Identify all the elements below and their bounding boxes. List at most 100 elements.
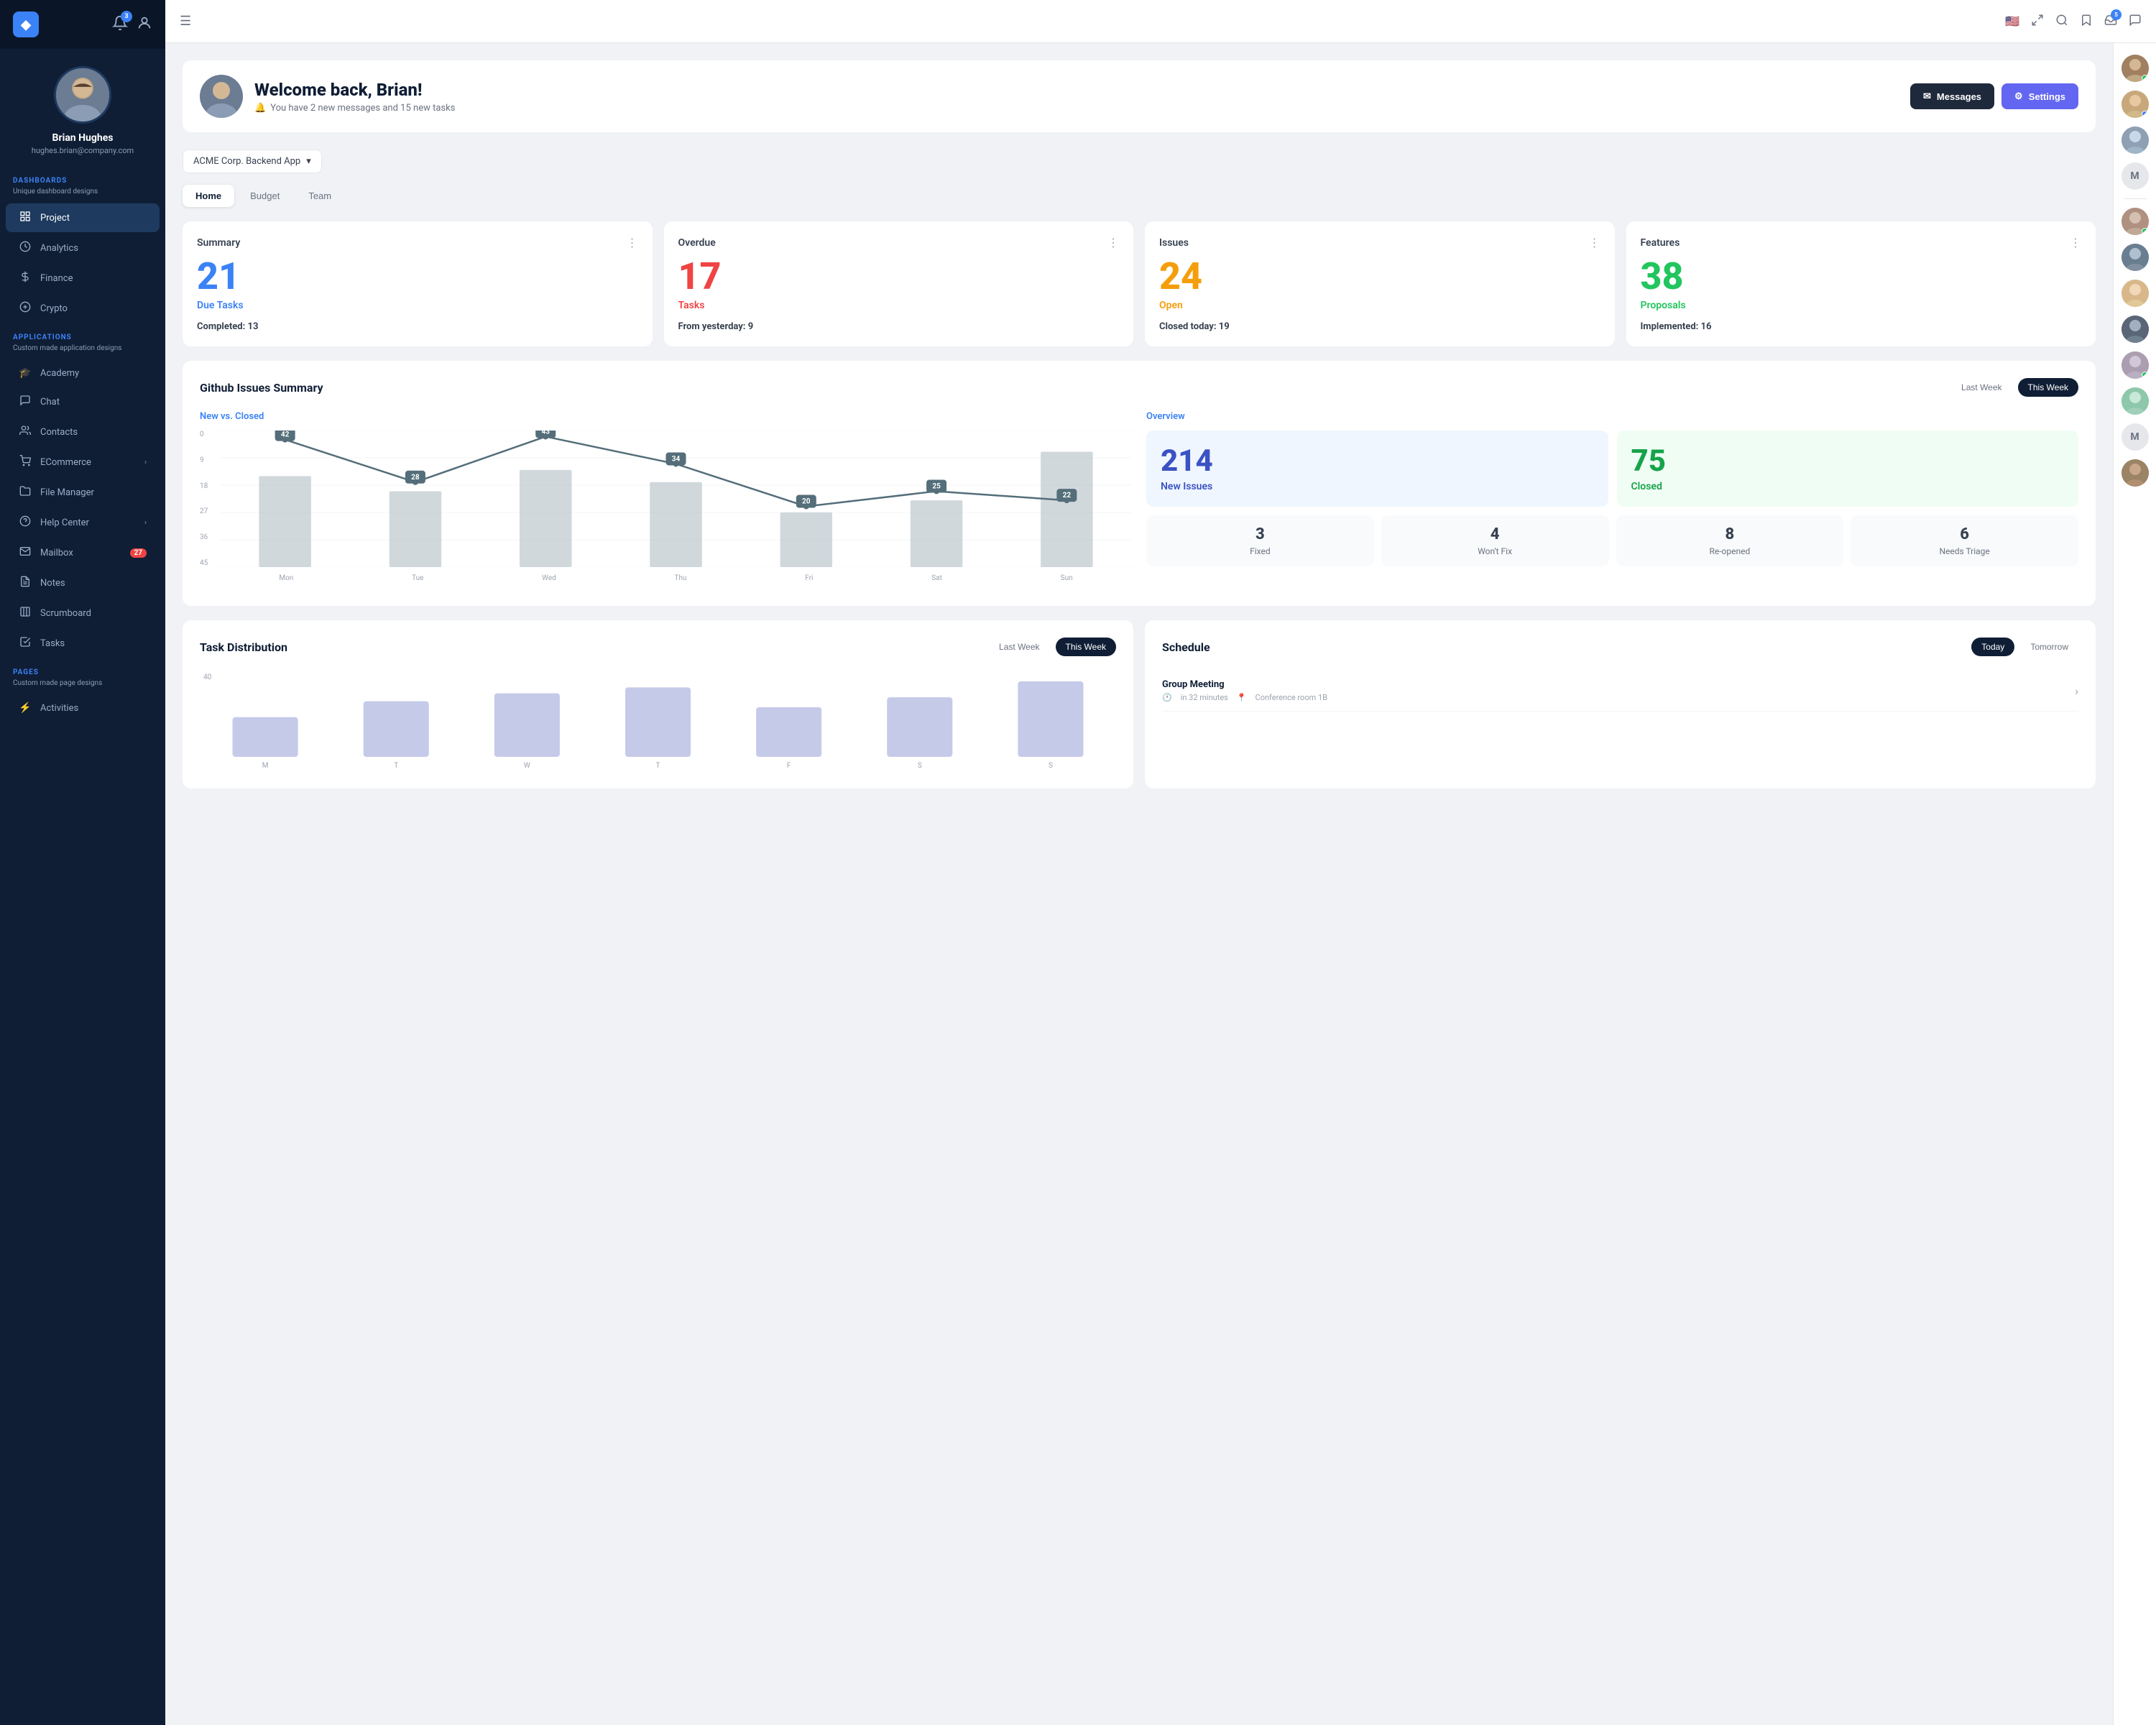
right-avatar-9[interactable] [2122, 387, 2149, 415]
online-dot-8 [2142, 372, 2148, 378]
card-features-title: Features [1641, 237, 1680, 249]
chart-container: 45 36 27 18 9 0 42284334202522 Mon Tue [200, 431, 1132, 589]
welcome-subtitle: 🔔 You have 2 new messages and 15 new tas… [254, 103, 1910, 114]
sidebar-item-project[interactable]: Project [6, 203, 160, 232]
tab-team[interactable]: Team [295, 185, 344, 207]
sidebar-item-activities[interactable]: ⚡ Activities [6, 695, 160, 721]
user-email: hughes.brian@company.com [32, 146, 134, 155]
right-avatar-3[interactable] [2122, 126, 2149, 154]
fullscreen-icon[interactable] [2031, 14, 2044, 29]
github-content: New vs. Closed 45 36 27 18 9 0 422843342… [200, 411, 2078, 589]
sidebar-item-file-manager[interactable]: File Manager [6, 478, 160, 507]
summary-cards: Summary ⋮ 21 Due Tasks Completed: 13 Ove… [183, 221, 2096, 346]
app-logo[interactable]: ◆ [13, 12, 39, 37]
task-last-week-btn[interactable]: Last Week [989, 638, 1049, 656]
activities-label: Activities [40, 703, 147, 714]
sidebar-item-ecommerce[interactable]: ECommerce › [6, 448, 160, 477]
right-avatar-8[interactable] [2122, 351, 2149, 379]
schedule-tomorrow-btn[interactable]: Tomorrow [2020, 638, 2078, 656]
chat-label: Chat [40, 397, 147, 408]
right-avatar-4[interactable] [2122, 208, 2149, 235]
schedule-arrow-icon[interactable]: › [2075, 684, 2078, 698]
sidebar-item-crypto[interactable]: Crypto [6, 294, 160, 323]
right-avatar-7[interactable] [2122, 316, 2149, 343]
sidebar-item-help-center[interactable]: Help Center › [6, 508, 160, 537]
online-dot-4 [2142, 228, 2148, 234]
sidebar-item-mailbox[interactable]: Mailbox 27 [6, 538, 160, 567]
card-summary-label: Due Tasks [197, 300, 638, 311]
card-overdue-menu[interactable]: ⋮ [1107, 236, 1119, 249]
card-summary-title: Summary [197, 237, 240, 249]
right-avatar-6[interactable] [2122, 280, 2149, 307]
right-avatar-m2[interactable]: M [2122, 423, 2149, 451]
schedule-card: Schedule Today Tomorrow Group Meeting 🕐 … [1145, 620, 2096, 788]
task-dist-chart-area: 40MTWTFSS [200, 671, 1116, 771]
messages-button[interactable]: ✉ Messages [1910, 83, 1994, 109]
line-bar-chart: 42284334202522 [220, 431, 1132, 567]
y-label-3: 18 [200, 482, 217, 490]
sidebar-item-tasks[interactable]: Tasks [6, 629, 160, 658]
right-avatar-m1[interactable]: M [2122, 162, 2149, 190]
academy-label: Academy [40, 368, 147, 379]
card-features-menu[interactable]: ⋮ [2070, 236, 2081, 249]
top-bar: ☰ 🇺🇸 5 [165, 0, 2156, 43]
card-overdue-label: Tasks [678, 300, 1120, 311]
schedule-item-title: Group Meeting [1162, 679, 1327, 690]
svg-text:W: W [524, 762, 530, 770]
right-avatar-10[interactable] [2122, 459, 2149, 487]
sidebar-header: ◆ 3 [0, 0, 165, 49]
notes-icon [19, 576, 32, 590]
task-this-week-btn[interactable]: This Week [1056, 638, 1116, 656]
project-selector-label: ACME Corp. Backend App [193, 156, 300, 167]
right-avatar-2[interactable] [2122, 91, 2149, 118]
sidebar-item-notes[interactable]: Notes [6, 569, 160, 597]
x-labels: Mon Tue Wed Thu Fri Sat Sun [220, 567, 1132, 589]
user-icon[interactable] [137, 15, 152, 34]
project-selector[interactable]: ACME Corp. Backend App ▾ [183, 150, 322, 173]
right-avatar-5[interactable] [2122, 244, 2149, 271]
card-overdue-title: Overdue [678, 237, 716, 249]
schedule-item-group-meeting: Group Meeting 🕐 in 32 minutes 📍 Conferen… [1162, 671, 2078, 712]
sidebar-item-analytics[interactable]: Analytics [6, 234, 160, 262]
sidebar-item-contacts[interactable]: Contacts [6, 418, 160, 446]
inbox-icon[interactable]: 5 [2104, 14, 2117, 29]
sidebar-item-scrumboard[interactable]: Scrumboard [6, 599, 160, 627]
right-avatar-1[interactable] [2122, 55, 2149, 82]
tab-home[interactable]: Home [183, 185, 234, 207]
card-summary-menu[interactable]: ⋮ [627, 236, 638, 249]
scrumboard-icon [19, 606, 32, 620]
svg-text:T: T [656, 762, 660, 770]
card-issues-label: Open [1159, 300, 1600, 311]
card-issues-sub: Closed today: 19 [1159, 321, 1600, 332]
help-center-label: Help Center [40, 518, 136, 528]
card-issues-menu[interactable]: ⋮ [1589, 236, 1600, 249]
settings-button[interactable]: ⚙ Settings [2001, 83, 2078, 109]
overview-area: Overview 214 New Issues 75 Closed [1146, 411, 2078, 589]
tab-budget[interactable]: Budget [237, 185, 292, 207]
project-icon [19, 211, 32, 225]
gear-icon: ⚙ [2014, 91, 2023, 102]
task-dist-toggle: Last Week This Week [989, 638, 1116, 656]
card-overdue-sub: From yesterday: 9 [678, 321, 1120, 332]
card-features-label: Proposals [1641, 300, 2082, 311]
last-week-btn[interactable]: Last Week [1951, 378, 2012, 397]
bookmark-icon[interactable] [2080, 14, 2093, 29]
sidebar-item-chat[interactable]: Chat [6, 387, 160, 416]
section-pages-sub: Custom made page designs [0, 679, 165, 694]
y-label-5: 0 [200, 431, 217, 438]
flag-icon[interactable]: 🇺🇸 [2005, 14, 2019, 28]
notification-bell[interactable]: 3 [112, 15, 128, 34]
sidebar-item-academy[interactable]: 🎓 Academy [6, 360, 160, 386]
search-icon[interactable] [2055, 14, 2068, 29]
ecommerce-arrow: › [144, 459, 147, 466]
this-week-btn[interactable]: This Week [2018, 378, 2078, 397]
menu-toggle-icon[interactable]: ☰ [180, 14, 191, 29]
schedule-today-btn[interactable]: Today [1971, 638, 2014, 656]
y-labels: 45 36 27 18 9 0 [200, 431, 217, 567]
messages-top-icon[interactable] [2129, 14, 2142, 29]
github-title: Github Issues Summary [200, 381, 323, 395]
github-week-toggle: Last Week This Week [1951, 378, 2078, 397]
card-summary-number: 21 [197, 258, 638, 295]
bell-icon: 🔔 [254, 103, 266, 114]
sidebar-item-finance[interactable]: Finance [6, 264, 160, 293]
